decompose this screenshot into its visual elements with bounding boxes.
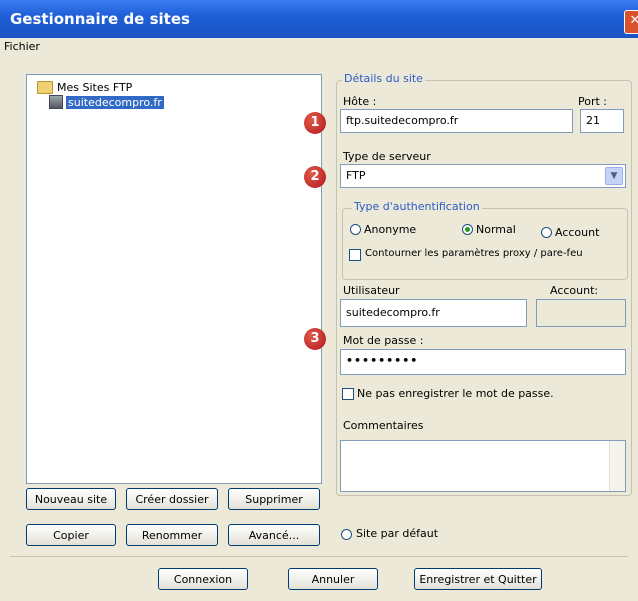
user-label: Utilisateur	[343, 284, 400, 297]
password-input[interactable]: •••••••••	[340, 349, 626, 375]
host-input[interactable]: ftp.suitedecompro.fr	[340, 109, 573, 133]
password-label: Mot de passe :	[343, 334, 424, 347]
window-title: Gestionnaire de sites	[10, 10, 190, 28]
new-site-button[interactable]: Nouveau site	[26, 488, 116, 510]
save-quit-button[interactable]: Enregistrer et Quitter	[414, 568, 542, 590]
step-badge-3: 3	[304, 328, 326, 350]
rename-button[interactable]: Renommer	[126, 524, 218, 546]
step-badge-2: 2	[304, 166, 326, 188]
close-icon[interactable]: ✕	[624, 10, 638, 34]
dont-save-password-checkbox[interactable]	[342, 388, 354, 400]
account-label: Account:	[550, 284, 599, 297]
port-input[interactable]: 21	[580, 109, 624, 133]
step-badge-1: 1	[304, 112, 326, 134]
tree-root-label: Mes Sites FTP	[57, 81, 133, 94]
server-type-label: Type de serveur	[343, 150, 431, 163]
menu-file[interactable]: Fichier	[4, 40, 40, 53]
bottom-separator	[10, 556, 628, 557]
comments-label: Commentaires	[343, 419, 424, 432]
copy-button[interactable]: Copier	[26, 524, 116, 546]
auth-anonymous-label: Anonyme	[364, 223, 417, 236]
tree-root-item[interactable]: Mes Sites FTP	[37, 81, 132, 94]
auth-account-label: Account	[555, 226, 600, 239]
comments-scrollbar[interactable]	[609, 441, 625, 491]
new-folder-button[interactable]: Créer dossier	[126, 488, 218, 510]
bypass-proxy-label: Contourner les paramètres proxy / pare-f…	[365, 248, 583, 259]
comments-textarea[interactable]	[340, 440, 626, 492]
auth-anonymous-radio[interactable]	[350, 224, 361, 235]
site-details-title: Détails du site	[342, 72, 425, 85]
advanced-button[interactable]: Avancé...	[228, 524, 320, 546]
auth-normal-label: Normal	[476, 223, 516, 236]
auth-type-title: Type d'authentification	[352, 200, 482, 213]
delete-button[interactable]: Supprimer	[228, 488, 320, 510]
auth-account-radio[interactable]	[541, 227, 552, 238]
chevron-down-icon[interactable]: ▼	[605, 167, 623, 185]
port-label: Port :	[578, 95, 608, 108]
site-manager-window: Gestionnaire de sites ✕ Fichier Mes Site…	[0, 0, 638, 601]
title-bar[interactable]: Gestionnaire de sites ✕	[0, 0, 638, 38]
connect-button[interactable]: Connexion	[158, 568, 248, 590]
bypass-proxy-checkbox[interactable]	[349, 249, 361, 261]
auth-type-group	[342, 208, 628, 280]
auth-normal-radio[interactable]	[462, 224, 473, 235]
tree-site-item[interactable]: suitedecompro.fr	[49, 95, 164, 109]
folder-icon	[37, 81, 53, 94]
menu-bar: Fichier	[0, 38, 638, 56]
cancel-button[interactable]: Annuler	[288, 568, 378, 590]
account-input	[536, 299, 626, 327]
dont-save-password-label: Ne pas enregistrer le mot de passe.	[357, 387, 554, 400]
host-label: Hôte :	[343, 95, 377, 108]
default-site-label: Site par défaut	[356, 527, 439, 540]
server-icon	[49, 95, 63, 109]
server-type-select[interactable]: FTP ▼	[340, 164, 626, 188]
server-type-value: FTP	[346, 169, 366, 182]
site-tree[interactable]: Mes Sites FTP suitedecompro.fr	[26, 74, 322, 484]
default-site-radio[interactable]	[341, 529, 352, 540]
tree-site-label: suitedecompro.fr	[66, 95, 164, 109]
user-input[interactable]: suitedecompro.fr	[340, 299, 527, 327]
